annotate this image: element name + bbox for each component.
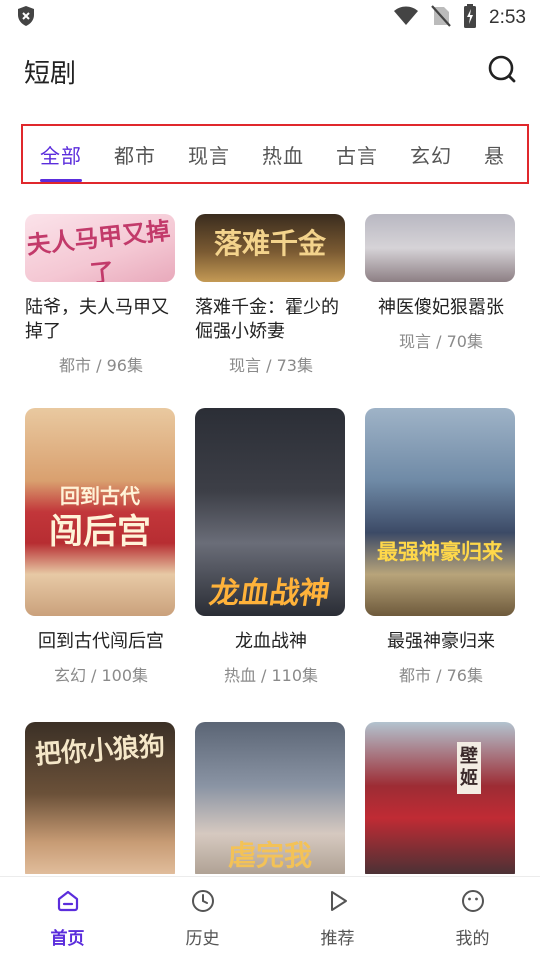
drama-card[interactable]: 壁姬 bbox=[365, 722, 517, 874]
nav-recommend[interactable]: 推荐 bbox=[270, 877, 405, 960]
drama-poster: 龙血战神 bbox=[195, 408, 345, 616]
play-icon bbox=[325, 888, 351, 918]
tab-ancient-romance[interactable]: 古言 bbox=[336, 126, 378, 182]
poster-title-text: 虐完我 bbox=[227, 839, 312, 872]
drama-title: 最强神豪归来 bbox=[387, 631, 495, 652]
drama-poster: 最强神豪归来 bbox=[365, 408, 515, 616]
nav-mine[interactable]: 我的 bbox=[405, 877, 540, 960]
drama-card[interactable]: 把你小狼狗 bbox=[25, 722, 177, 874]
drama-poster: 落难千金 bbox=[195, 214, 345, 282]
drama-meta: 都市 / 96集 bbox=[59, 356, 143, 375]
drama-meta: 现言 / 70集 bbox=[399, 332, 483, 351]
poster-title-text: 壁姬 bbox=[457, 742, 481, 794]
drama-card[interactable]: 龙血战神 龙血战神 热血 / 110集 bbox=[195, 408, 347, 686]
drama-poster: 壁姬 bbox=[365, 722, 515, 874]
drama-card[interactable]: 神医傻妃狠嚣张 现言 / 70集 bbox=[365, 214, 517, 352]
status-bar: 2:53 bbox=[0, 0, 540, 36]
tab-urban[interactable]: 都市 bbox=[114, 126, 156, 182]
drama-card[interactable]: 落难千金 落难千金：霍少的倔强小娇妻 现言 / 73集 bbox=[195, 214, 347, 376]
drama-title: 落难千金：霍少的倔强小娇妻 bbox=[195, 297, 339, 342]
drama-meta: 玄幻 / 100集 bbox=[53, 666, 149, 685]
nav-history[interactable]: 历史 bbox=[135, 877, 270, 960]
tab-fantasy[interactable]: 玄幻 bbox=[410, 126, 452, 182]
search-icon bbox=[487, 54, 517, 88]
no-sim-icon bbox=[431, 5, 451, 31]
tab-modern-romance[interactable]: 现言 bbox=[188, 126, 230, 182]
poster-title-text: 最强神豪归来 bbox=[377, 539, 503, 564]
nav-home[interactable]: 首页 bbox=[0, 877, 135, 960]
nav-label: 首页 bbox=[50, 929, 85, 949]
drama-poster: 夫人马甲又掉了 bbox=[25, 214, 175, 282]
tab-action[interactable]: 热血 bbox=[262, 126, 304, 182]
poster-title-text: 落难千金 bbox=[213, 227, 326, 260]
drama-meta: 热血 / 110集 bbox=[223, 666, 319, 685]
tab-suspense[interactable]: 悬 bbox=[484, 126, 505, 182]
drama-title: 回到古代闯后宫 bbox=[38, 631, 164, 652]
drama-poster: 回到古代 闯后宫 bbox=[25, 408, 175, 616]
drama-card[interactable]: 夫人马甲又掉了 陆爷，夫人马甲又掉了 都市 / 96集 bbox=[25, 214, 177, 376]
battery-charging-icon bbox=[463, 4, 477, 32]
nav-label: 推荐 bbox=[320, 929, 355, 949]
home-icon bbox=[55, 888, 81, 918]
header: 短剧 bbox=[0, 36, 540, 106]
nav-label: 历史 bbox=[185, 929, 220, 949]
drama-grid: 夫人马甲又掉了 陆爷，夫人马甲又掉了 都市 / 96集 落难千金 落难千金：霍少… bbox=[0, 214, 540, 874]
search-button[interactable] bbox=[486, 55, 518, 87]
drama-title: 龙血战神 bbox=[235, 631, 307, 652]
page-title: 短剧 bbox=[24, 58, 77, 89]
drama-card[interactable]: 最强神豪归来 最强神豪归来 都市 / 76集 bbox=[365, 408, 517, 686]
smiley-icon bbox=[460, 888, 486, 918]
poster-title-text: 闯后宫 bbox=[49, 512, 151, 552]
category-tabs-highlight: 全部 都市 现言 热血 古言 玄幻 悬 bbox=[21, 124, 529, 184]
status-time: 2:53 bbox=[489, 7, 526, 28]
drama-title: 神医傻妃狠嚣张 bbox=[378, 297, 504, 318]
poster-title-text: 龙血战神 bbox=[207, 576, 332, 611]
drama-card[interactable]: 回到古代 闯后宫 回到古代闯后宫 玄幻 / 100集 bbox=[25, 408, 177, 686]
nav-label: 我的 bbox=[455, 929, 490, 949]
clock-icon bbox=[190, 888, 216, 918]
bottom-nav: 首页 历史 推荐 我的 bbox=[0, 876, 540, 960]
drama-meta: 都市 / 76集 bbox=[399, 666, 483, 685]
drama-card[interactable]: 虐完我 bbox=[195, 722, 347, 874]
drama-meta: 现言 / 73集 bbox=[229, 356, 313, 375]
drama-title: 陆爷，夫人马甲又掉了 bbox=[25, 297, 169, 342]
drama-poster: 把你小狼狗 bbox=[25, 722, 175, 874]
wifi-icon bbox=[393, 6, 419, 30]
category-tabs: 全部 都市 现言 热血 古言 玄幻 悬 bbox=[23, 126, 527, 182]
shield-icon bbox=[16, 5, 36, 31]
tab-all[interactable]: 全部 bbox=[40, 126, 82, 182]
poster-title-text: 把你小狼狗 bbox=[34, 731, 167, 771]
drama-poster: 虐完我 bbox=[195, 722, 345, 874]
drama-poster bbox=[365, 214, 515, 282]
poster-title-text: 夫人马甲又掉了 bbox=[25, 215, 172, 282]
